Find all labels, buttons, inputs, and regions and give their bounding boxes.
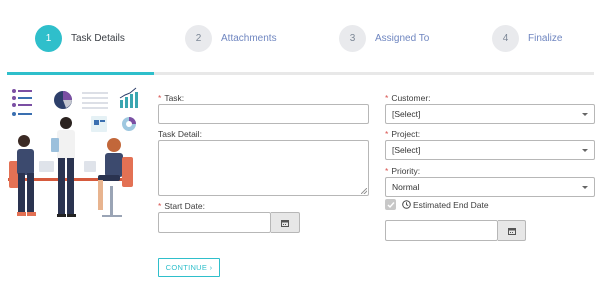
table-icon: [82, 92, 108, 109]
priority-label: * Priority:: [385, 166, 421, 176]
calendar-icon: [281, 219, 289, 227]
start-date-input[interactable]: [158, 212, 271, 233]
estimated-end-date-input[interactable]: [385, 220, 498, 241]
project-select-value: [Select]: [392, 145, 421, 155]
chevron-down-icon: [582, 149, 588, 152]
project-label: * Project:: [385, 129, 421, 139]
continue-button[interactable]: CONTINUE ›: [158, 258, 220, 277]
step-number: 2: [185, 24, 212, 52]
estimated-end-date-checkbox[interactable]: [385, 199, 396, 210]
task-detail-label: Task Detail:: [158, 129, 202, 139]
clock-icon: [402, 200, 411, 209]
calendar-icon: [507, 227, 516, 235]
checklist-icon: [12, 89, 32, 116]
person-left: [9, 135, 36, 216]
priority-select-value: Normal: [392, 182, 420, 192]
step-number: 1: [35, 24, 62, 52]
step-assigned-to[interactable]: 3 Assigned To: [339, 24, 429, 52]
wizard-stepper: 1 Task Details 2 Attachments 3 Assigned …: [0, 0, 600, 76]
step-label: Attachments: [221, 32, 277, 44]
chevron-down-icon: [582, 186, 588, 189]
estimated-end-date-label: Estimated End Date: [413, 200, 489, 210]
customer-select-value: [Select]: [392, 109, 421, 119]
progress-track: [7, 72, 594, 75]
task-input[interactable]: [158, 104, 369, 124]
customer-label: * Customer:: [385, 93, 431, 103]
project-select[interactable]: [Select]: [385, 140, 595, 160]
estimated-end-date-calendar-button[interactable]: [498, 220, 526, 241]
step-label: Task Details: [71, 32, 125, 44]
task-label: * Task:: [158, 93, 185, 103]
bar-chart-icon: [119, 87, 138, 108]
step-attachments[interactable]: 2 Attachments: [185, 24, 277, 52]
step-finalize[interactable]: 4 Finalize: [492, 24, 562, 52]
step-label: Finalize: [528, 32, 563, 44]
pie-chart-icon: [54, 91, 72, 109]
chevron-down-icon: [582, 113, 588, 116]
start-date-label: * Start Date:: [158, 201, 205, 211]
step-number: 3: [339, 24, 366, 52]
team-illustration: [8, 87, 138, 217]
checkmark-icon: [387, 201, 395, 208]
person-middle: [51, 117, 76, 217]
start-date-calendar-button[interactable]: [271, 212, 300, 233]
chart-card-icon: [91, 116, 136, 132]
step-number: 4: [492, 24, 519, 52]
priority-select[interactable]: Normal: [385, 177, 595, 197]
step-task-details[interactable]: 1 Task Details: [35, 24, 125, 52]
progress-fill: [7, 72, 154, 75]
resize-handle[interactable]: [361, 188, 367, 194]
customer-select[interactable]: [Select]: [385, 104, 595, 124]
person-right: [98, 138, 133, 217]
task-detail-textarea[interactable]: [158, 140, 369, 196]
step-label: Assigned To: [375, 32, 430, 44]
